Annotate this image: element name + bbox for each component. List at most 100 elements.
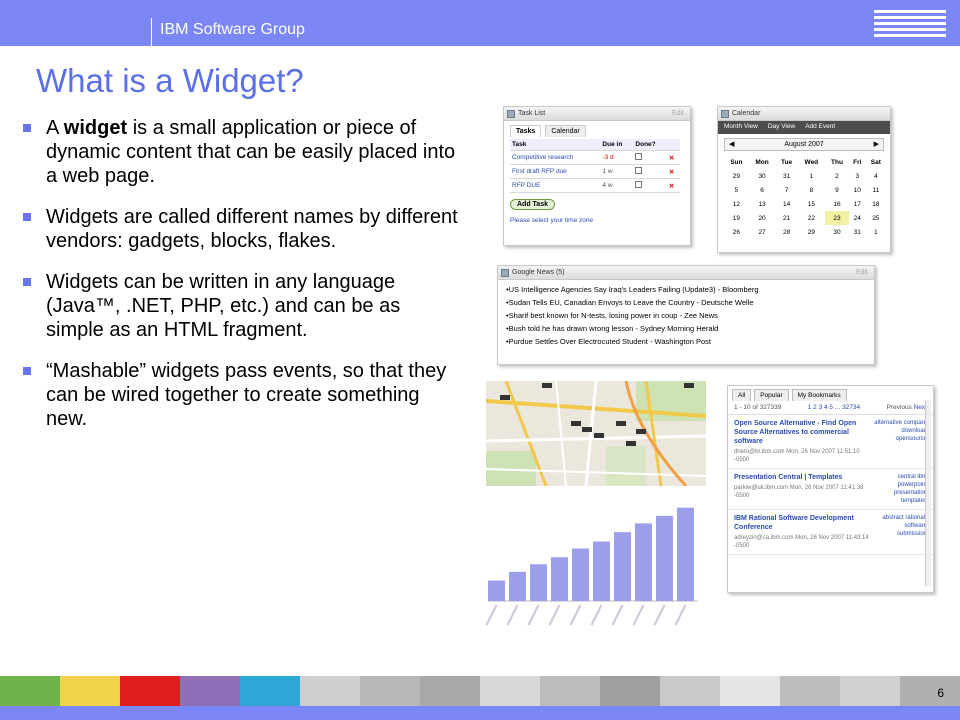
add-event-button[interactable]: Add Event <box>805 123 835 132</box>
bookmark-title[interactable]: IBM Rational Software Development Confer… <box>734 514 874 532</box>
calendar-day[interactable]: 26 <box>724 225 749 239</box>
list-item: Open Source Alternative - Find Open Sour… <box>728 415 933 469</box>
done-checkbox[interactable] <box>635 181 643 188</box>
tab-popular[interactable]: Popular <box>754 389 789 401</box>
news-item[interactable]: Purdue Settles Over Electrocuted Student… <box>506 335 866 348</box>
bookmark-tags[interactable]: abstract rational-software submission <box>874 514 927 550</box>
header-bar: IBM Software Group <box>0 0 960 46</box>
task-name[interactable]: First draft RFP due <box>510 164 601 179</box>
calendar-day[interactable]: 17 <box>849 197 866 211</box>
footer-block <box>540 676 600 706</box>
calendar-day[interactable]: 31 <box>849 225 866 239</box>
calendar-day[interactable]: 9 <box>825 183 849 197</box>
bullet-item: Widgets are called different names by di… <box>20 205 460 253</box>
news-item[interactable]: Bush told he has drawn wrong lesson - Sy… <box>506 322 866 335</box>
scrollbar[interactable] <box>925 400 931 586</box>
tab-my-bookmarks[interactable]: My Bookmarks <box>791 389 847 401</box>
bullet-item: Widgets can be written in any language (… <box>20 270 460 342</box>
calendar-day[interactable]: 31 <box>775 169 797 183</box>
delete-icon[interactable]: ✕ <box>669 183 674 190</box>
calendar-day[interactable]: 12 <box>724 197 749 211</box>
calendar-day[interactable]: 25 <box>866 211 886 225</box>
edit-link[interactable]: Edit <box>672 107 684 121</box>
calendar-day[interactable]: 2 <box>825 169 849 183</box>
ibm-logo <box>874 8 946 38</box>
weekday-label: Sat <box>870 158 881 166</box>
timezone-link[interactable]: Please select your time zone <box>510 217 684 224</box>
bookmark-title[interactable]: Presentation Central | Templates <box>734 473 874 482</box>
news-list: US Intelligence Agencies Say Iraq's Lead… <box>498 280 874 351</box>
bullet-item: “Mashable” widgets pass events, so that … <box>20 359 460 431</box>
calendar-day[interactable]: 28 <box>775 225 797 239</box>
calendar-day[interactable]: 8 <box>798 183 825 197</box>
weekday-label: Wed <box>804 158 819 166</box>
news-item[interactable]: Sharif best known for N-tests, losing po… <box>506 309 866 322</box>
calendar-day[interactable]: 23 <box>825 211 849 225</box>
news-item[interactable]: US Intelligence Agencies Say Iraq's Lead… <box>506 283 866 296</box>
tab-all[interactable]: All <box>732 389 752 401</box>
bookmark-title[interactable]: Open Source Alternative - Find Open Sour… <box>734 419 874 446</box>
calendar-day[interactable]: 27 <box>749 225 776 239</box>
tick-label <box>548 604 561 626</box>
day-view-button[interactable]: Day View <box>768 123 795 132</box>
chart-bar <box>593 541 610 601</box>
month-navigator: ◀ August 2007 ▶ <box>724 138 884 151</box>
calendar-day[interactable]: 1 <box>798 169 825 183</box>
tick-label <box>569 604 582 626</box>
calendar-day[interactable]: 10 <box>849 183 866 197</box>
calendar-day[interactable]: 13 <box>749 197 776 211</box>
add-task-button[interactable]: Add Task <box>510 199 555 210</box>
bookmark-tags[interactable]: alternative compare download opensource <box>874 419 927 464</box>
list-item: Presentation Central | Templates parkiw@… <box>728 469 933 510</box>
next-month-icon[interactable]: ▶ <box>874 139 879 150</box>
calendar-day[interactable]: 30 <box>749 169 776 183</box>
prev-month-icon[interactable]: ◀ <box>729 139 734 150</box>
calendar-day[interactable]: 30 <box>825 225 849 239</box>
tab-tasks[interactable]: Tasks <box>510 125 542 137</box>
done-checkbox[interactable] <box>635 153 643 160</box>
footer-block <box>0 676 60 706</box>
calendar-day[interactable]: 14 <box>775 197 797 211</box>
calendar-day[interactable]: 19 <box>724 211 749 225</box>
calendar-day[interactable]: 11 <box>866 183 886 197</box>
page-links[interactable]: 1 2 3 4 5 ... 32734 <box>808 404 860 411</box>
task-name[interactable]: Competitive research <box>510 150 601 165</box>
calendar-day[interactable]: 22 <box>798 211 825 225</box>
tab-calendar[interactable]: Calendar <box>545 125 586 137</box>
calendar-day[interactable]: 20 <box>749 211 776 225</box>
calendar-day[interactable]: 24 <box>849 211 866 225</box>
calendar-day[interactable]: 1 <box>866 225 886 239</box>
map-image <box>486 381 706 486</box>
done-checkbox[interactable] <box>635 167 643 174</box>
calendar-day[interactable]: 15 <box>798 197 825 211</box>
calendar-day[interactable]: 29 <box>724 169 749 183</box>
calendar-day[interactable]: 16 <box>825 197 849 211</box>
tick-label <box>632 604 645 626</box>
footer-block <box>420 676 480 706</box>
month-view-button[interactable]: Month View <box>724 123 758 132</box>
edit-link[interactable]: Edit <box>856 266 868 280</box>
news-item[interactable]: Sudan Tells EU, Canadian Envoys to Leave… <box>506 296 866 309</box>
delete-icon[interactable]: ✕ <box>669 169 674 176</box>
bar-chart <box>485 491 706 629</box>
calendar-day[interactable]: 29 <box>798 225 825 239</box>
tick-label <box>506 604 519 626</box>
delete-icon[interactable]: ✕ <box>669 155 674 162</box>
bookmark-tags[interactable]: central ibm powerpoint presentation temp… <box>874 473 927 505</box>
table-row: RFP DUE 4 w ✕ <box>510 178 680 193</box>
previous-link[interactable]: Previous <box>887 404 912 411</box>
calendar-day[interactable]: 3 <box>849 169 866 183</box>
calendar-day[interactable]: 5 <box>724 183 749 197</box>
footer-block <box>300 676 360 706</box>
calendar-day[interactable]: 18 <box>866 197 886 211</box>
calendar-day[interactable]: 21 <box>775 211 797 225</box>
calendar-day[interactable]: 4 <box>866 169 886 183</box>
bullet-item: A widget is a small application or piece… <box>20 116 460 188</box>
calendar-day[interactable]: 7 <box>775 183 797 197</box>
bullet-marker <box>23 278 31 286</box>
task-name[interactable]: RFP DUE <box>510 178 601 193</box>
calendar-title: Calendar <box>732 110 761 117</box>
bookmark-pager: 1 - 10 of 327339 1 2 3 4 5 ... 32734 Pre… <box>728 401 933 415</box>
tick-label <box>653 604 666 626</box>
calendar-day[interactable]: 6 <box>749 183 776 197</box>
